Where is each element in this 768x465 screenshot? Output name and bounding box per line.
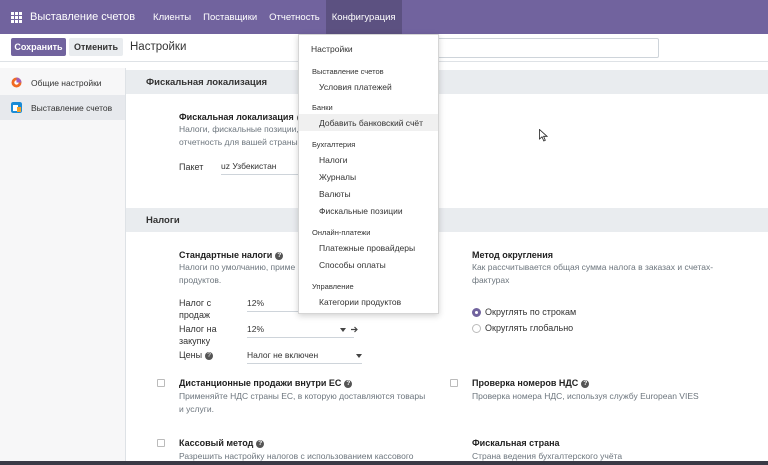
menu-reporting[interactable]: Отчетность [263,0,326,34]
round-globally-label: Округлять глобально [485,323,574,333]
purchase-tax-label: Налог на закупку [179,323,217,347]
group-online-payments: Онлайн-платежи [312,228,371,237]
group-invoicing: Выставление счетов [312,67,384,76]
help-icon[interactable]: ? [344,380,353,388]
apps-menu-icon[interactable] [11,11,22,23]
menu-configuration[interactable]: Конфигурация [325,0,402,34]
eu-desc-1: Применяйте НДС страны ЕС, в которую дост… [179,391,426,401]
group-accounting: Бухгалтерия [312,140,356,149]
default-taxes-desc-2: продуктов. [179,275,222,285]
sales-tax-label: Налог с продаж [179,297,211,321]
app-name[interactable]: Выставление счетов [30,11,135,23]
default-taxes-label: Стандартные налоги [179,250,273,260]
fiscal-localization-label: Фискальная локализация [179,112,294,122]
section-header-taxes: Налоги [126,208,768,232]
menu-vendors[interactable]: Поставщики [197,0,263,34]
sales-tax-label-line2: продаж [179,310,210,320]
menu-customers[interactable]: Клиенты [147,0,197,34]
help-icon[interactable]: ? [205,352,214,360]
menu-item-settings[interactable]: Настройки [299,40,438,57]
fiscal-localization-title: Фискальная локализация? [179,112,305,122]
sidebar-item-label: Общие настройки [31,77,102,88]
menu-item-product-categories[interactable]: Категории продуктов [299,293,438,310]
sales-tax-label-line1: Налог с [179,298,212,308]
group-banks: Банки [312,103,333,112]
menu-item-currencies[interactable]: Валюты [299,185,438,202]
sidebar-item-general-settings[interactable]: Общие настройки [0,70,125,95]
fiscal-desc-1: Налоги, фискальные позиции, [179,124,299,134]
fiscal-desc-2: отчетность для вашей страны [179,137,298,147]
menu-item-payment-terms[interactable]: Условия платежей [299,78,438,95]
eu-desc-2: и услуги. [179,404,214,414]
default-taxes-title: Стандартные налоги? [179,250,284,260]
rounding-method-title: Метод округления [472,250,553,260]
menu-item-payment-providers[interactable]: Платежные провайдеры [299,239,438,256]
package-field[interactable]: uz Узбекистан [221,161,298,175]
menu-item-fiscal-positions[interactable]: Фискальные позиции [299,202,438,219]
round-per-line-label: Округлять по строкам [485,307,577,317]
search-input[interactable] [437,38,659,58]
general-settings-icon [11,77,22,88]
purchase-tax-dropdown-icon[interactable] [340,327,346,333]
cash-basis-label: Кассовый метод [179,438,254,448]
radio-round-per-line[interactable] [472,308,481,317]
purchase-tax-label-line2: закупку [179,336,211,346]
group-management: Управление [312,282,354,291]
cash-basis-checkbox[interactable] [157,439,165,447]
menu-item-add-bank-account[interactable]: Добавить банковский счёт [299,114,438,131]
help-icon[interactable]: ? [256,440,265,448]
eu-distance-title: Дистанционные продажи внутри ЕС? [179,378,353,388]
save-button[interactable]: Сохранить [11,38,66,56]
arrow-right-icon[interactable] [350,325,359,334]
menu-item-journals[interactable]: Журналы [299,168,438,185]
default-taxes-desc-1: Налоги по умолчанию, приме [179,262,296,272]
vat-check-title: Проверка номеров НДС? [472,378,590,388]
package-label: Пакет [179,162,204,172]
bottom-edge [0,461,768,465]
rounding-desc-1: Как рассчитывается общая сумма налога в … [472,262,714,272]
prices-select[interactable]: Налог не включен [247,350,362,364]
page-title: Настройки [130,41,187,53]
help-icon[interactable]: ? [581,380,590,388]
radio-round-globally[interactable] [472,324,481,333]
section-header-fiscal: Фискальная локализация [126,70,768,94]
mouse-cursor-icon [539,129,548,142]
eu-distance-label: Дистанционные продажи внутри ЕС [179,378,342,388]
vat-check-label: Проверка номеров НДС [472,378,579,388]
vat-check-checkbox[interactable] [450,379,458,387]
purchase-tax-label-line1: Налог на [179,324,217,334]
menu-item-taxes[interactable]: Налоги [299,151,438,168]
eu-distance-selling-checkbox[interactable] [157,379,165,387]
invoicing-icon [11,102,22,113]
settings-sidebar: Общие настройки Выставление счетов [0,68,126,465]
configuration-dropdown: Настройки Выставление счетов Условия пла… [298,34,439,314]
help-icon[interactable]: ? [275,252,284,260]
cash-basis-title: Кассовый метод? [179,438,265,448]
settings-content: Фискальная локализация Фискальная локали… [126,68,768,465]
sidebar-item-label: Выставление счетов [31,102,113,113]
sidebar-item-invoicing[interactable]: Выставление счетов [0,95,125,120]
purchase-tax-field[interactable]: 12% [247,324,354,338]
rounding-desc-2: фактурах [472,275,510,285]
fiscal-country-title: Фискальная страна [472,438,560,448]
menu-item-payment-methods[interactable]: Способы оплаты [299,256,438,273]
cancel-button[interactable]: Отменить [69,38,123,56]
prices-label: Цены [179,350,203,360]
top-navbar: Выставление счетов Клиенты Поставщики От… [0,0,768,34]
vat-desc: Проверка номера НДС, используя службу Eu… [472,391,699,401]
chevron-down-icon[interactable] [356,353,362,359]
prices-label-wrap: Цены? [179,350,214,360]
